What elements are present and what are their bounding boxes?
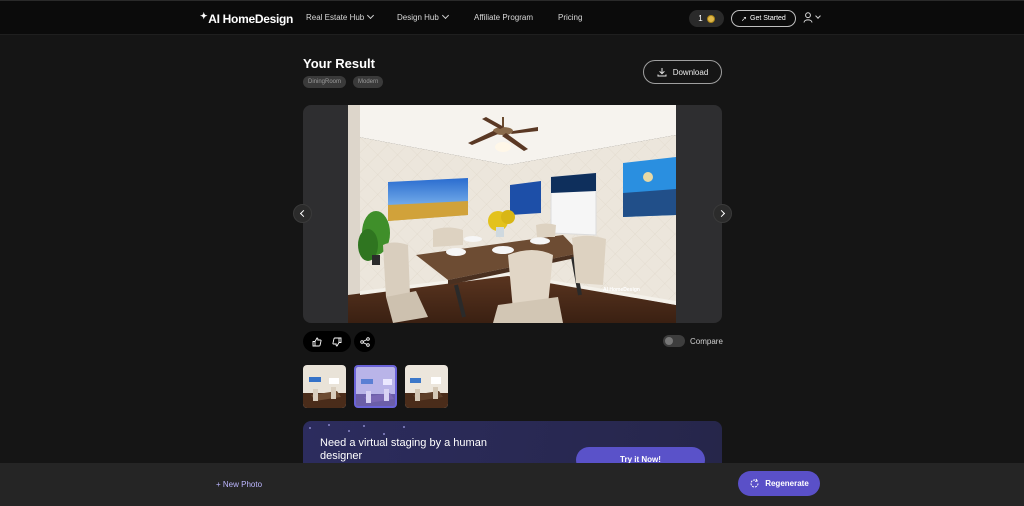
tag-room-type: DiningRoom <box>303 76 347 88</box>
tag-style: Modern <box>353 76 384 88</box>
download-label: Download <box>672 67 709 77</box>
get-started-button[interactable]: ➚ Get Started <box>731 10 796 27</box>
download-icon <box>657 68 667 77</box>
thumbnail-1[interactable] <box>303 365 346 408</box>
nav-label: Affiliate Program <box>474 13 533 22</box>
user-icon <box>803 12 813 23</box>
watermark: AI HomeDesign <box>603 287 640 293</box>
coin-icon <box>706 14 715 23</box>
share-button[interactable] <box>354 331 375 352</box>
regenerate-button[interactable]: Regenerate <box>738 471 820 496</box>
compare-control: Compare <box>663 335 723 347</box>
result-image[interactable]: AI HomeDesign <box>348 105 676 323</box>
bottom-action-bar: + New Photo Regenerate <box>0 463 1024 506</box>
chevron-right-icon <box>717 209 726 218</box>
decor-dot <box>363 425 365 427</box>
user-menu[interactable] <box>803 12 821 23</box>
share-icon <box>359 336 370 347</box>
promo-text: Need a virtual staging by a human design… <box>320 437 487 462</box>
logo-text: AI HomeDesign <box>208 12 294 26</box>
refresh-icon <box>750 478 759 488</box>
nav-design-hub[interactable]: Design Hub <box>397 11 449 22</box>
sparkle-icon: ✦ <box>200 10 208 21</box>
page-title: Your Result <box>303 56 375 71</box>
decor-dot <box>403 426 405 428</box>
logo[interactable]: ✦ AI HomeDesign <box>200 10 294 27</box>
thumbnail-3[interactable] <box>405 365 448 408</box>
chevron-down-icon <box>367 11 375 20</box>
new-photo-button[interactable]: + New Photo <box>216 480 262 489</box>
next-arrow-button[interactable] <box>713 204 732 223</box>
download-button[interactable]: Download <box>643 60 722 84</box>
get-started-label: Get Started <box>750 15 786 22</box>
nav-affiliate-program[interactable]: Affiliate Program <box>474 13 533 22</box>
regenerate-label: Regenerate <box>765 479 809 488</box>
compare-label: Compare <box>690 336 723 346</box>
decor-dot <box>348 430 350 432</box>
nav-pricing[interactable]: Pricing <box>558 13 582 22</box>
thumbs-up-icon[interactable] <box>312 337 322 347</box>
credits-count: 1 <box>698 14 703 23</box>
chevron-down-icon <box>815 12 821 19</box>
thumbnail-2[interactable] <box>354 365 397 408</box>
nav-real-estate-hub[interactable]: Real Estate Hub <box>306 11 375 22</box>
decor-dot <box>309 427 311 429</box>
decor-dot <box>383 433 385 435</box>
top-nav-bar: ✦ AI HomeDesign Real Estate Hub Design H… <box>0 0 1024 35</box>
compare-toggle[interactable] <box>663 335 685 347</box>
rocket-icon: ➚ <box>741 15 748 23</box>
chevron-left-icon <box>299 209 308 218</box>
decor-dot <box>328 424 330 426</box>
nav-label: Design Hub <box>397 13 439 22</box>
prev-arrow-button[interactable] <box>293 204 312 223</box>
nav-label: Pricing <box>558 13 583 22</box>
thumbs-down-icon[interactable] <box>332 337 342 347</box>
credits-badge[interactable]: 1 <box>689 10 724 27</box>
nav-label: Real Estate Hub <box>306 13 365 22</box>
result-preview: AI HomeDesign <box>303 105 722 323</box>
chevron-down-icon <box>441 11 449 20</box>
feedback-pill <box>303 331 351 352</box>
